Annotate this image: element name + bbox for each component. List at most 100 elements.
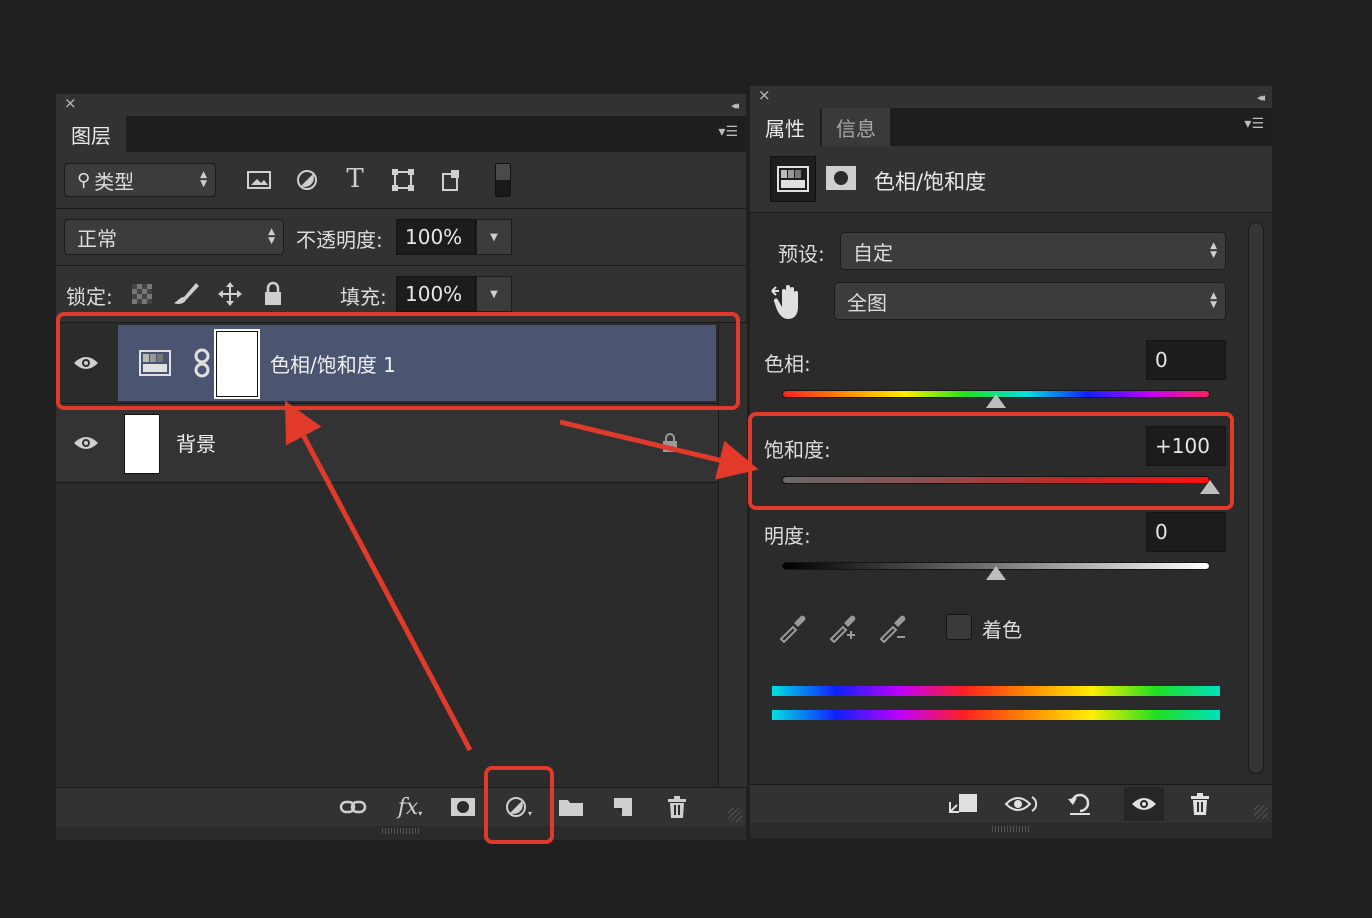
panel-resize-grip[interactable]	[382, 828, 420, 834]
search-icon: ⚲	[77, 169, 91, 191]
filter-type-select[interactable]: ⚲ 类型 ▲ ▼	[64, 163, 216, 197]
properties-collapse-button[interactable]: ◂◂	[1257, 91, 1265, 104]
input-color-spectrum-bar	[772, 686, 1220, 696]
layer-row-background[interactable]: 背景	[56, 404, 718, 482]
filter-row: ⚲ 类型 ▲ ▼ T	[56, 152, 746, 208]
lock-image-pixels-brush-icon[interactable]	[168, 278, 204, 308]
divider	[56, 482, 718, 483]
tab-info[interactable]: 信息	[822, 108, 890, 146]
new-layer-icon[interactable]	[606, 790, 640, 824]
image-filter-icon[interactable]	[242, 166, 276, 194]
clip-to-layer-icon[interactable]	[944, 787, 984, 821]
layer-row-hue-saturation[interactable]: 色相/饱和度 1	[56, 323, 718, 403]
delete-layer-icon[interactable]	[660, 790, 694, 824]
adjustment-title: 色相/饱和度	[874, 170, 987, 194]
lightness-slider-thumb[interactable]	[986, 566, 1006, 580]
saturation-slider-thumb[interactable]	[1200, 480, 1220, 494]
blend-mode-label: 正常	[77, 226, 117, 251]
layers-panel: × ◂◂ 图层 ▾☰ ⚲ 类型 ▲ ▼ T 正常 ▲ ▼ 不透明度: 100% …	[56, 94, 747, 840]
adjustment-filter-icon[interactable]	[290, 166, 324, 194]
opacity-dropdown-button[interactable]: ▼	[476, 219, 512, 255]
properties-bottom-bar	[750, 784, 1272, 823]
lightness-input[interactable]: 0	[1146, 512, 1226, 552]
select-arrows-icon: ▲ ▼	[268, 227, 275, 246]
channel-value: 全图	[847, 290, 887, 315]
lock-label: 锁定:	[66, 285, 113, 309]
layer-visibility-eye-icon[interactable]	[56, 323, 116, 403]
opacity-label: 不透明度:	[296, 228, 383, 252]
select-arrows-icon: ▲ ▼	[1210, 291, 1217, 310]
adjustment-mode-icon[interactable]	[770, 156, 816, 202]
add-mask-icon[interactable]	[446, 790, 480, 824]
new-adjustment-layer-icon[interactable]: ▾	[498, 790, 538, 824]
colorize-label: 着色	[982, 618, 1022, 642]
layer-locked-icon	[658, 430, 682, 456]
select-arrows-icon: ▲ ▼	[1210, 241, 1217, 260]
mask-link-chain-icon[interactable]	[190, 347, 214, 379]
layer-list-scrollbar[interactable]	[718, 323, 747, 787]
new-group-icon[interactable]	[554, 790, 588, 824]
fill-input[interactable]: 100%	[396, 276, 476, 312]
opacity-input[interactable]: 100%	[396, 219, 476, 255]
eyedropper-icon[interactable]	[774, 610, 810, 646]
preset-label: 预设:	[778, 242, 825, 266]
preset-value: 自定	[853, 240, 893, 265]
hue-input[interactable]: 0	[1146, 340, 1226, 380]
properties-panel-titlebar: × ◂◂	[750, 86, 1272, 108]
properties-panel: × ◂◂ 属性 信息 ▾☰ 色相/饱和度 预设: 自定 ▲ ▼ 全图 ▲ ▼ 色相:…	[750, 86, 1272, 838]
layers-close-button[interactable]: ×	[64, 94, 77, 112]
tab-properties[interactable]: 属性	[750, 108, 820, 146]
properties-tab-row: 属性 信息 ▾☰	[750, 108, 1272, 146]
panel-resize-grip[interactable]	[992, 826, 1030, 832]
eyedropper-add-icon[interactable]	[824, 610, 860, 646]
lock-position-move-icon[interactable]	[214, 278, 246, 310]
on-image-adjust-hand-icon[interactable]	[768, 282, 812, 322]
eyedropper-subtract-icon[interactable]	[874, 610, 910, 646]
channel-select[interactable]: 全图 ▲ ▼	[834, 282, 1226, 320]
preset-select[interactable]: 自定 ▲ ▼	[840, 232, 1226, 270]
layer-mask-thumbnail[interactable]	[216, 331, 258, 397]
view-previous-icon[interactable]	[1002, 787, 1042, 821]
adjustment-layer-thumbnail-icon	[138, 349, 172, 377]
saturation-input[interactable]: +100	[1146, 426, 1226, 466]
fx-icon[interactable]: fx ▾	[390, 790, 430, 824]
layers-collapse-button[interactable]: ◂◂	[731, 99, 739, 112]
lock-transparent-pixels-icon[interactable]	[128, 280, 156, 308]
resize-corner-icon[interactable]	[1254, 805, 1268, 819]
layers-panel-menu-icon[interactable]: ▾☰	[718, 124, 738, 140]
layer-name[interactable]: 色相/饱和度 1	[270, 349, 396, 378]
resize-corner-icon[interactable]	[728, 808, 742, 822]
properties-header: 色相/饱和度	[750, 146, 1272, 213]
link-layers-icon[interactable]	[336, 790, 370, 824]
tab-properties-label: 属性	[765, 116, 805, 141]
layer-name[interactable]: 背景	[176, 428, 216, 457]
hue-slider-thumb[interactable]	[986, 394, 1006, 408]
filter-toggle-icon[interactable]	[488, 162, 518, 198]
reset-icon[interactable]	[1062, 787, 1098, 821]
fill-dropdown-button[interactable]: ▼	[476, 276, 512, 312]
visibility-eye-icon[interactable]	[1124, 787, 1164, 821]
delete-icon[interactable]	[1182, 787, 1218, 821]
hue-label: 色相:	[764, 352, 811, 376]
layer-thumbnail	[124, 414, 160, 474]
properties-scrollbar[interactable]	[1248, 222, 1264, 774]
layers-panel-titlebar: × ◂◂	[56, 94, 746, 116]
shape-filter-icon[interactable]	[386, 166, 420, 194]
smart-object-filter-icon[interactable]	[434, 166, 468, 194]
tab-layers-label: 图层	[71, 123, 111, 148]
fill-label: 填充:	[340, 285, 387, 309]
saturation-slider-track[interactable]	[782, 476, 1210, 484]
tab-layers[interactable]: 图层	[56, 116, 126, 152]
lock-all-icon[interactable]	[258, 278, 288, 310]
layer-visibility-eye-icon[interactable]	[56, 404, 116, 482]
colorize-checkbox[interactable]	[946, 614, 972, 640]
properties-close-button[interactable]: ×	[758, 86, 771, 104]
select-arrows-icon: ▲ ▼	[200, 170, 207, 189]
saturation-label: 饱和度:	[764, 438, 831, 462]
properties-panel-menu-icon[interactable]: ▾☰	[1244, 116, 1264, 132]
output-color-spectrum-bar	[772, 710, 1220, 720]
type-filter-icon[interactable]: T	[338, 164, 372, 194]
blend-mode-select[interactable]: 正常 ▲ ▼	[64, 219, 284, 255]
fx-text: fx	[397, 794, 419, 820]
mask-mode-icon[interactable]	[822, 160, 860, 196]
